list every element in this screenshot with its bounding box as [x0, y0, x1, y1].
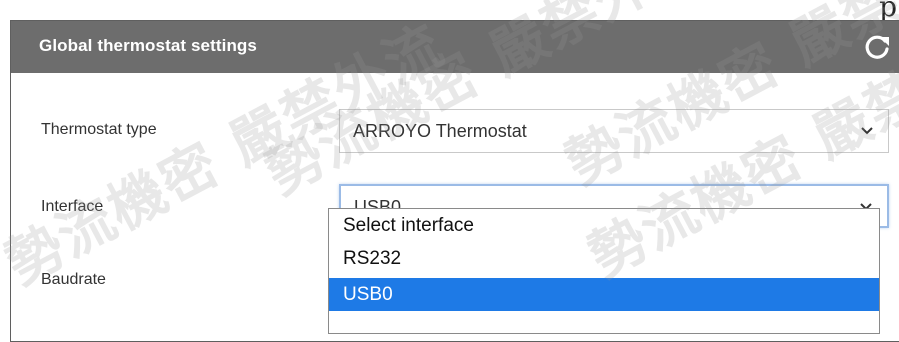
refresh-button[interactable] — [860, 30, 894, 64]
thermostat-type-value: ARROYO Thermostat — [353, 121, 527, 141]
refresh-icon — [865, 35, 889, 59]
chevron-down-icon — [861, 127, 873, 135]
panel-title: Global thermostat settings — [39, 36, 257, 55]
thermostat-type-select[interactable]: ARROYO Thermostat — [339, 109, 889, 153]
option-rs232[interactable]: RS232 — [329, 242, 879, 275]
option-usb0[interactable]: USB0 — [329, 278, 879, 311]
thermostat-type-label: Thermostat type — [41, 121, 157, 138]
top-strip: p — [0, 0, 899, 23]
baudrate-label: Baudrate — [41, 271, 106, 288]
panel-header: Global thermostat settings — [11, 21, 899, 73]
interface-dropdown-list: Select interface RS232 USB0 — [328, 208, 880, 334]
option-select-interface[interactable]: Select interface — [329, 209, 879, 242]
interface-label: Interface — [41, 198, 104, 215]
